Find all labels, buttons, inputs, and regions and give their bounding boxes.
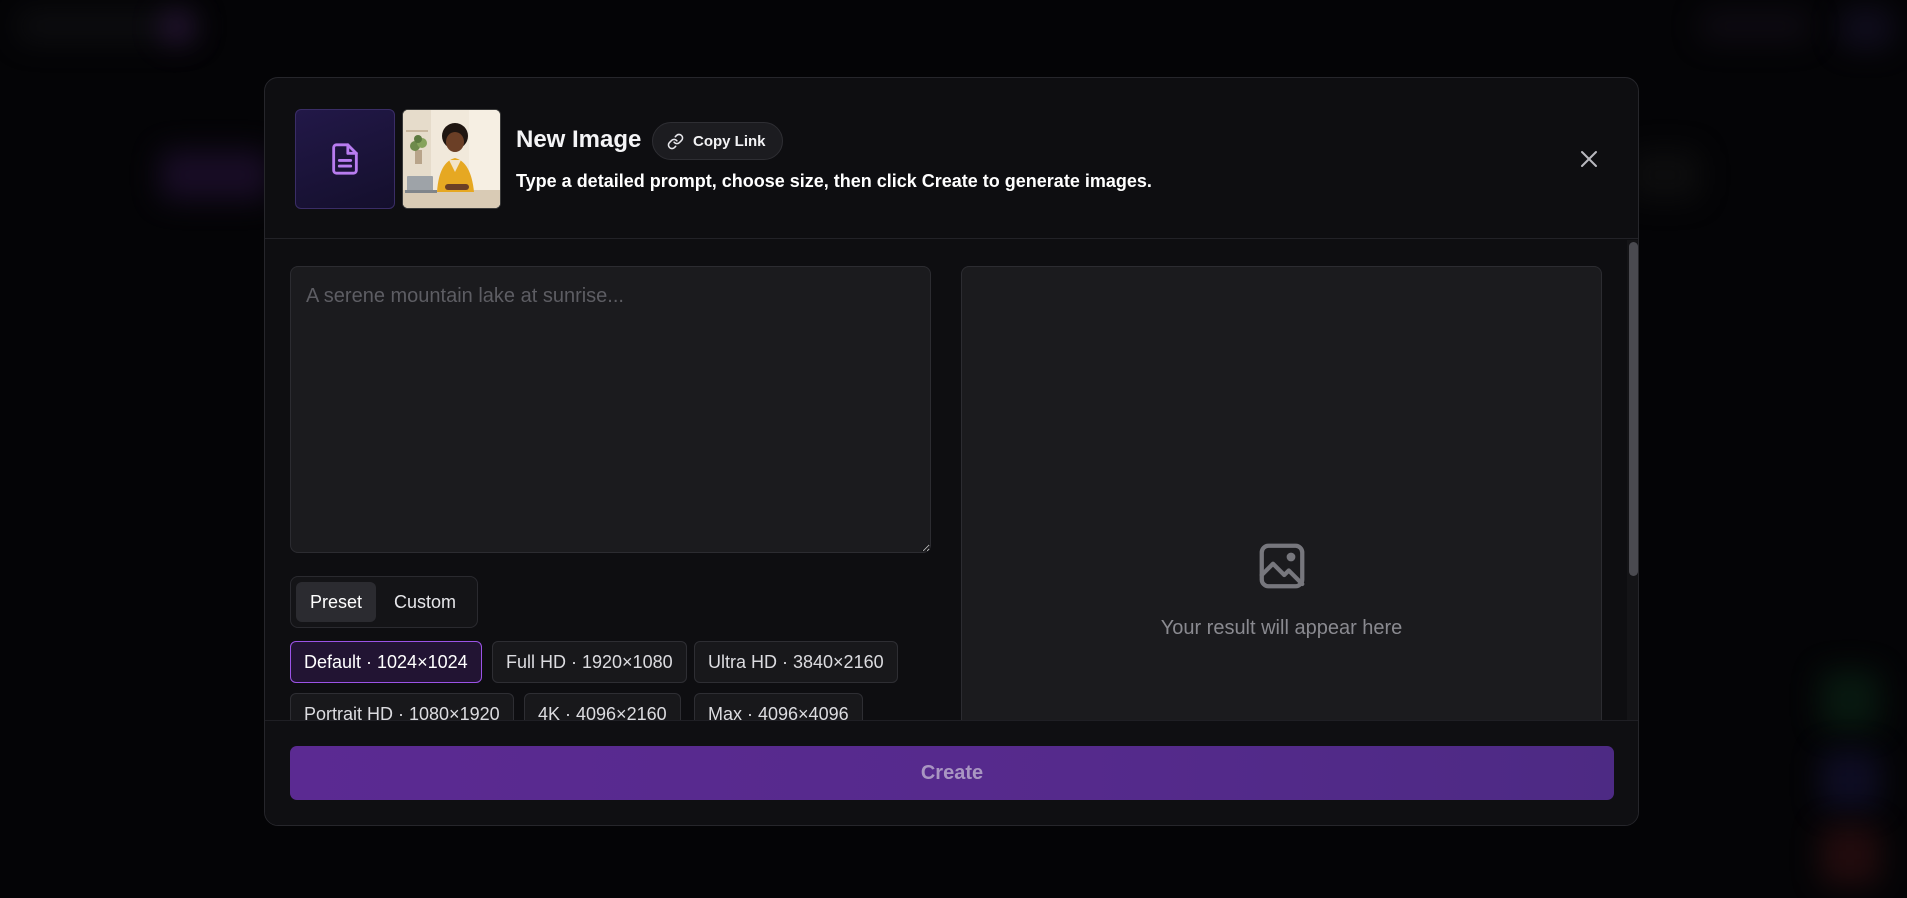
background-header-action xyxy=(1700,10,1810,42)
background-fab xyxy=(1820,825,1880,885)
image-icon xyxy=(1259,543,1305,589)
prompt-input[interactable] xyxy=(290,266,931,553)
photo-thumbnail-art xyxy=(403,110,500,208)
size-preset-max[interactable]: Max · 4096×4096 xyxy=(694,693,863,720)
scrollbar-thumb[interactable] xyxy=(1629,242,1638,576)
size-mode-preset[interactable]: Preset xyxy=(296,582,377,622)
modal-subtitle: Type a detailed prompt, choose size, the… xyxy=(516,171,1152,191)
modal-body: Preset Custom Default · 1024×1024 Full H… xyxy=(265,240,1638,720)
size-mode-custom[interactable]: Custom xyxy=(380,582,470,622)
modal-footer: Create xyxy=(265,720,1638,825)
close-icon xyxy=(1581,151,1597,167)
document-thumbnail[interactable] xyxy=(295,109,395,209)
size-preset-full-hd[interactable]: Full HD · 1920×1080 xyxy=(492,641,687,683)
background-card xyxy=(160,150,270,200)
size-preset-ultra-hd[interactable]: Ultra HD · 3840×2160 xyxy=(694,641,898,683)
photo-thumbnail[interactable] xyxy=(402,109,501,209)
modal-scrollbar[interactable] xyxy=(1627,240,1638,720)
result-panel: Your result will appear here xyxy=(961,266,1602,720)
copy-link-button[interactable]: Copy Link xyxy=(652,122,783,160)
create-button[interactable]: Create xyxy=(290,746,1614,800)
link-icon xyxy=(667,133,684,149)
modal-title: New Image xyxy=(516,126,642,153)
close-button[interactable] xyxy=(1576,146,1602,172)
size-preset-portrait-hd[interactable]: Portrait HD · 1080×1920 xyxy=(290,693,514,720)
copy-link-label: Copy Link xyxy=(693,132,766,150)
size-mode-toggle: Preset Custom xyxy=(290,576,478,628)
size-preset-4k[interactable]: 4K · 4096×2160 xyxy=(524,693,681,720)
result-placeholder: Your result will appear here xyxy=(1160,617,1403,639)
background-logo-mark xyxy=(160,10,194,44)
modal-header: New Image Copy Link Type a detailed prom… xyxy=(265,78,1638,239)
document-icon xyxy=(332,143,358,175)
background-avatar xyxy=(1840,8,1892,48)
size-preset-default[interactable]: Default · 1024×1024 xyxy=(290,641,482,683)
new-image-modal: New Image Copy Link Type a detailed prom… xyxy=(264,77,1639,826)
background-fab xyxy=(1820,750,1880,810)
background-card xyxy=(1630,150,1700,200)
background-fab xyxy=(1820,670,1880,730)
